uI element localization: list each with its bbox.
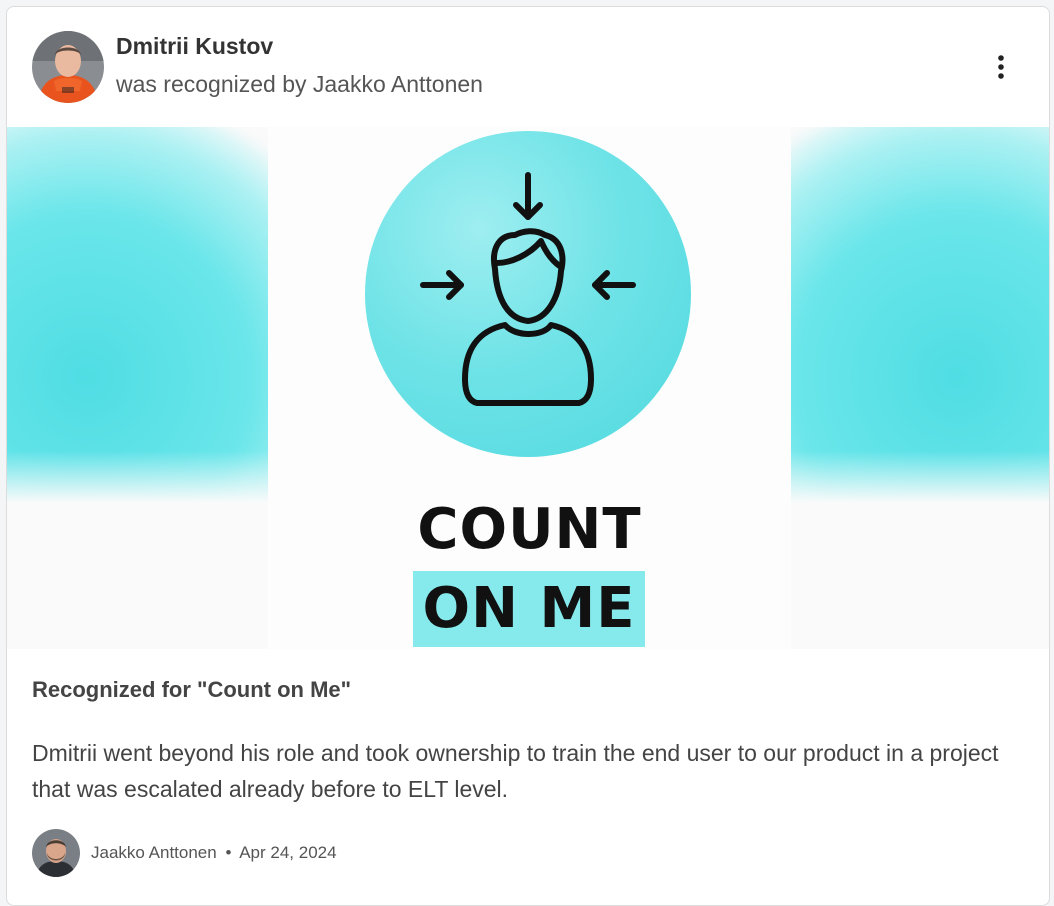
author-name[interactable]: Jaakko Anttonen <box>91 843 217 862</box>
person-focus-arrows-icon <box>420 172 636 406</box>
post-header: Dmitrii Kustov was recognized by Jaakko … <box>7 7 1049 125</box>
badge-highlight: ON ME <box>413 571 645 647</box>
post-footer: Jaakko Anttonen • Apr 24, 2024 <box>7 825 1049 885</box>
badge-banner: COUNT ON ME <box>7 127 1049 649</box>
recipient-name[interactable]: Dmitrii Kustov <box>116 33 273 60</box>
banner-fade-left <box>7 127 268 649</box>
author-avatar[interactable] <box>32 829 80 877</box>
more-options-button[interactable] <box>989 51 1013 83</box>
banner-fade-right <box>791 127 1049 649</box>
badge-image: COUNT ON ME <box>268 127 791 649</box>
badge-subtitle: ON ME <box>422 576 636 641</box>
separator-dot: • <box>225 843 232 862</box>
vertical-ellipsis-icon <box>998 55 1004 79</box>
author-and-date: Jaakko Anttonen • Apr 24, 2024 <box>91 843 337 863</box>
recognition-card: Dmitrii Kustov was recognized by Jaakko … <box>6 6 1050 906</box>
recognized-for-heading: Recognized for "Count on Me" <box>32 677 352 702</box>
badge-title: COUNT <box>417 497 642 562</box>
recipient-avatar[interactable] <box>32 31 104 103</box>
recognition-message: Dmitrii went beyond his role and took ow… <box>32 740 999 802</box>
recognized-by-text: was recognized by Jaakko Anttonen <box>116 71 483 97</box>
post-date: Apr 24, 2024 <box>239 843 337 862</box>
